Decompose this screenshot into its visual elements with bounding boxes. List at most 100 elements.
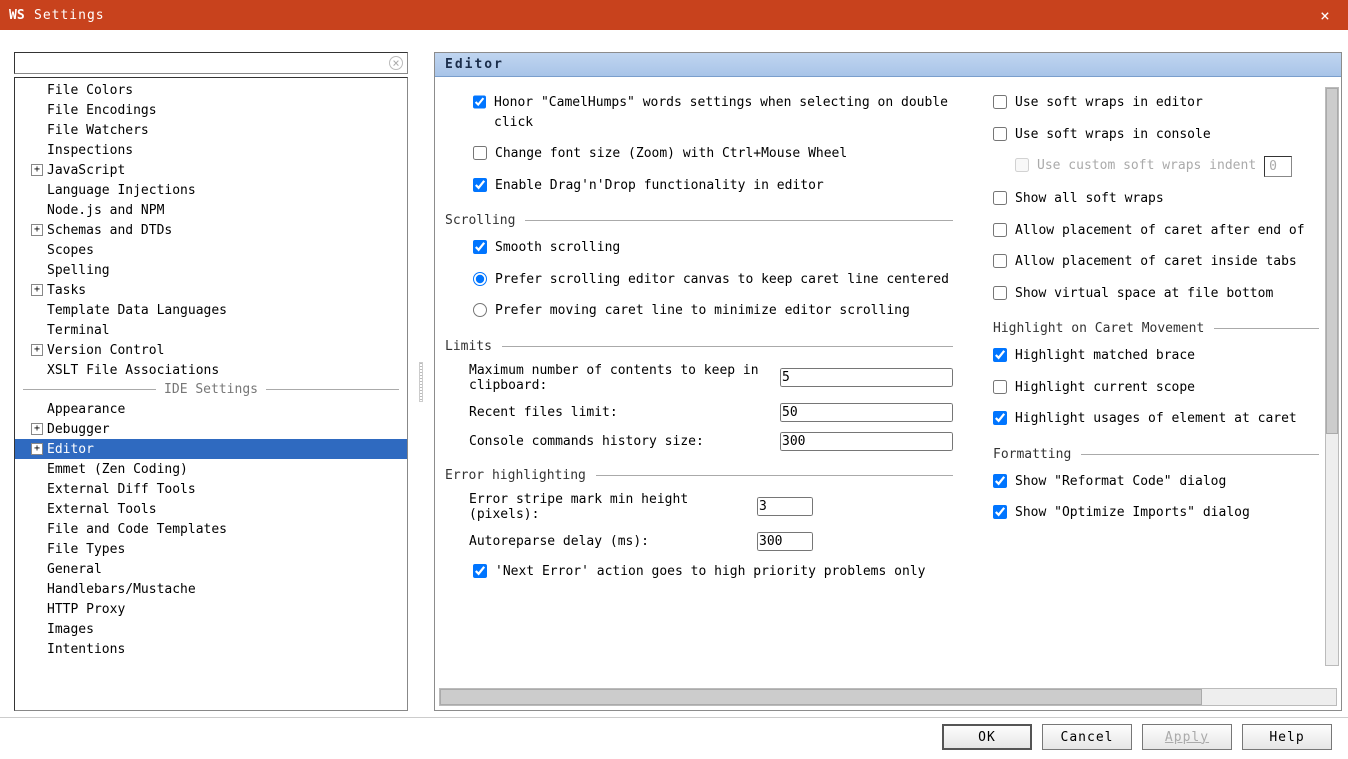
dnd-checkbox[interactable] (473, 178, 487, 192)
smooth-scroll-checkbox[interactable] (473, 240, 487, 254)
search-input[interactable] (15, 54, 407, 73)
right-column: Use soft wraps in editor Use soft wraps … (993, 87, 1323, 686)
recent-row: Recent files limit: (445, 398, 953, 427)
tree-item[interactable]: File and Code Templates (15, 519, 407, 539)
tree-item[interactable]: HTTP Proxy (15, 599, 407, 619)
scope-checkbox[interactable] (993, 380, 1007, 394)
expand-icon[interactable]: + (31, 443, 43, 455)
softwrap-editor-checkbox[interactable] (993, 95, 1007, 109)
console-label: Console commands history size: (469, 434, 780, 449)
reformat-row: Show "Reformat Code" dialog (993, 466, 1319, 498)
scope-label: Highlight current scope (1015, 378, 1195, 398)
camelhumps-checkbox[interactable] (473, 95, 486, 109)
caret-tabs-checkbox[interactable] (993, 254, 1007, 268)
recent-input[interactable] (780, 403, 953, 422)
camelhumps-label: Honor "CamelHumps" words settings when s… (494, 93, 953, 132)
caret-tabs-label: Allow placement of caret inside tabs (1015, 252, 1297, 272)
close-icon[interactable]: × (1310, 6, 1340, 25)
help-button[interactable]: Help (1242, 724, 1332, 750)
tree-item[interactable]: Terminal (15, 320, 407, 340)
tree-item[interactable]: +Debugger (15, 419, 407, 439)
tree-item-label: External Tools (47, 502, 157, 517)
tree-item[interactable]: Inspections (15, 140, 407, 160)
ok-button[interactable]: OK (942, 724, 1032, 750)
tree-item[interactable]: Emmet (Zen Coding) (15, 459, 407, 479)
error-section: Error highlighting (445, 468, 953, 483)
usages-row: Highlight usages of element at caret (993, 403, 1319, 435)
scrolling-section: Scrolling (445, 213, 953, 228)
console-row: Console commands history size: (445, 427, 953, 456)
brace-checkbox[interactable] (993, 348, 1007, 362)
tree-item[interactable]: +Editor (15, 439, 407, 459)
tree-item[interactable]: Handlebars/Mustache (15, 579, 407, 599)
custom-indent-row: Use custom soft wraps indent (993, 150, 1319, 183)
brace-row: Highlight matched brace (993, 340, 1319, 372)
highlight-section: Highlight on Caret Movement (993, 321, 1319, 336)
zoom-font-row: Change font size (Zoom) with Ctrl+Mouse … (445, 138, 953, 170)
tree-item[interactable]: Language Injections (15, 180, 407, 200)
tree-item[interactable]: File Colors (15, 80, 407, 100)
prefer-canvas-radio[interactable] (473, 272, 487, 286)
cancel-button[interactable]: Cancel (1042, 724, 1132, 750)
stripe-label: Error stripe mark min height (pixels): (469, 492, 757, 522)
tree-item[interactable]: +Version Control (15, 340, 407, 360)
tree-item-label: File Encodings (47, 103, 157, 118)
tree-item[interactable]: External Diff Tools (15, 479, 407, 499)
tree-item[interactable]: +Tasks (15, 280, 407, 300)
dialog-buttons: OK Cancel Apply Help (0, 718, 1348, 756)
tree-item[interactable]: File Encodings (15, 100, 407, 120)
show-all-softwraps-checkbox[interactable] (993, 191, 1007, 205)
tree-item[interactable]: Intentions (15, 639, 407, 659)
tree-item[interactable]: Spelling (15, 260, 407, 280)
reformat-checkbox[interactable] (993, 474, 1007, 488)
tree-item-label: Scopes (47, 243, 94, 258)
splitter-handle[interactable] (418, 52, 424, 711)
stripe-row: Error stripe mark min height (pixels): (445, 487, 953, 527)
prefer-move-radio[interactable] (473, 303, 487, 317)
tree-item-label: File Watchers (47, 123, 149, 138)
delay-input[interactable] (757, 532, 813, 551)
expand-icon[interactable]: + (31, 344, 43, 356)
optimize-checkbox[interactable] (993, 505, 1007, 519)
next-error-checkbox[interactable] (473, 564, 487, 578)
show-all-softwraps-row: Show all soft wraps (993, 183, 1319, 215)
tree-item[interactable]: + JavaScript (15, 160, 407, 180)
tree-item-label: File and Code Templates (47, 522, 227, 537)
horizontal-scrollbar[interactable] (439, 688, 1337, 706)
caret-end-checkbox[interactable] (993, 223, 1007, 237)
stripe-input[interactable] (757, 497, 813, 516)
clear-search-icon[interactable]: × (389, 56, 403, 70)
custom-indent-checkbox[interactable] (1015, 158, 1029, 172)
expand-icon[interactable]: + (31, 224, 43, 236)
tree-divider: IDE Settings (15, 380, 407, 399)
tree-item[interactable]: Template Data Languages (15, 300, 407, 320)
expand-icon[interactable]: + (31, 423, 43, 435)
tree-item-label: XSLT File Associations (47, 363, 219, 378)
tree-item[interactable]: File Types (15, 539, 407, 559)
vertical-scrollbar[interactable] (1325, 87, 1339, 666)
clipboard-input[interactable] (780, 368, 953, 387)
expand-icon[interactable]: + (31, 164, 43, 176)
settings-tree[interactable]: File Colors File Encodings File Watchers In… (14, 77, 408, 711)
tree-item[interactable]: External Tools (15, 499, 407, 519)
tree-item[interactable]: Appearance (15, 399, 407, 419)
editor-settings-scroll: Honor "CamelHumps" words settings when s… (435, 77, 1341, 686)
tree-item-label: JavaScript (47, 163, 125, 178)
tree-item[interactable]: Scopes (15, 240, 407, 260)
console-input[interactable] (780, 432, 953, 451)
expand-icon[interactable]: + (31, 284, 43, 296)
brace-label: Highlight matched brace (1015, 346, 1195, 366)
tree-item-label: General (47, 562, 102, 577)
show-all-softwraps-label: Show all soft wraps (1015, 189, 1164, 209)
tree-item[interactable]: Node.js and NPM (15, 200, 407, 220)
softwrap-console-checkbox[interactable] (993, 127, 1007, 141)
tree-item[interactable]: General (15, 559, 407, 579)
zoom-font-checkbox[interactable] (473, 146, 487, 160)
custom-indent-input (1264, 156, 1292, 177)
virtual-space-checkbox[interactable] (993, 286, 1007, 300)
tree-item[interactable]: Images (15, 619, 407, 639)
usages-checkbox[interactable] (993, 411, 1007, 425)
tree-item[interactable]: File Watchers (15, 120, 407, 140)
tree-item[interactable]: XSLT File Associations (15, 360, 407, 380)
tree-item[interactable]: +Schemas and DTDs (15, 220, 407, 240)
